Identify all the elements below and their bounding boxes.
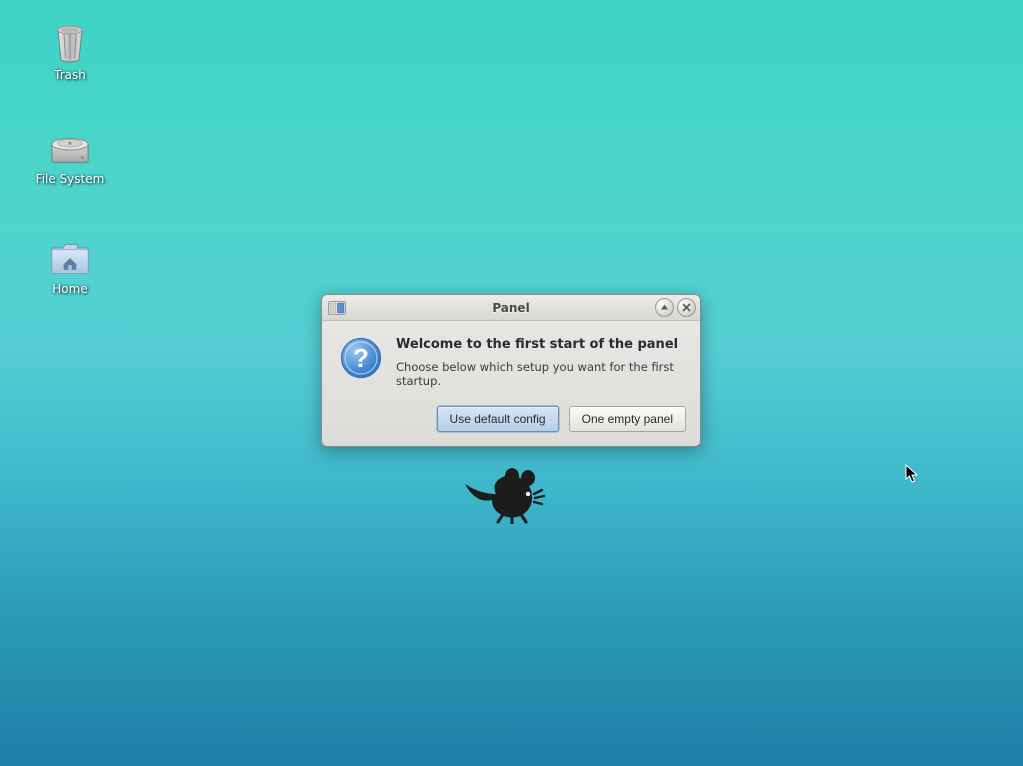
desktop-icon-label: Home: [30, 282, 110, 296]
drive-icon: [50, 128, 90, 168]
svg-text:?: ?: [353, 343, 369, 373]
desktop-icon-label: File System: [30, 172, 110, 186]
desktop-icon-label: Trash: [30, 68, 110, 82]
panel-dialog: Panel ? Welcome to the f: [321, 294, 701, 447]
question-icon: ?: [340, 337, 382, 388]
dialog-heading: Welcome to the first start of the panel: [396, 337, 682, 352]
desktop-icon-trash[interactable]: Trash: [30, 24, 110, 82]
dialog-title: Panel: [322, 301, 700, 315]
xfce-mouse-logo: [462, 464, 562, 528]
desktop-icon-home[interactable]: Home: [30, 238, 110, 296]
window-close-button[interactable]: [677, 298, 696, 317]
dialog-titlebar[interactable]: Panel: [322, 295, 700, 321]
home-folder-icon: [50, 238, 90, 278]
desktop-icon-file-system[interactable]: File System: [30, 128, 110, 186]
use-default-config-button[interactable]: Use default config: [437, 406, 559, 432]
trash-icon: [50, 24, 90, 64]
one-empty-panel-button[interactable]: One empty panel: [569, 406, 686, 432]
window-menu-icon[interactable]: [328, 300, 346, 316]
dialog-subtext: Choose below which setup you want for th…: [396, 360, 682, 388]
window-up-button[interactable]: [655, 298, 674, 317]
mouse-cursor: [905, 464, 919, 488]
